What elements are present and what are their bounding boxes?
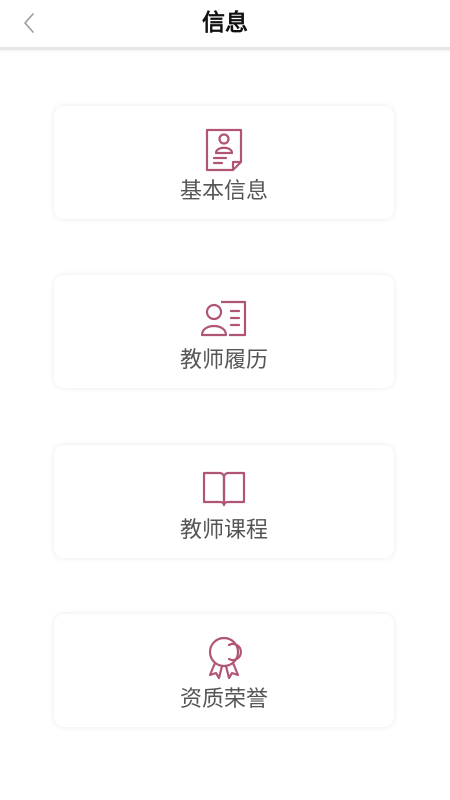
menu-card-label: 教师履历 <box>179 348 268 373</box>
open-book-icon <box>202 471 246 507</box>
top-bar: 信息 <box>0 0 450 50</box>
menu-card-label: 教师课程 <box>179 518 268 543</box>
menu-card-qualifications[interactable]: 资质荣誉 <box>54 614 394 727</box>
menu-card-label: 资质荣誉 <box>179 687 268 712</box>
menu-card-teacher-courses[interactable]: 教师课程 <box>54 445 394 558</box>
menu-card-basic-info[interactable]: 基本信息 <box>54 106 394 219</box>
award-medal-icon <box>208 636 242 680</box>
id-document-icon <box>205 128 243 172</box>
menu-card-label: 基本信息 <box>179 179 268 204</box>
menu-card-teacher-resume[interactable]: 教师履历 <box>54 275 394 388</box>
page-title: 信息 <box>202 10 248 36</box>
profile-card-icon <box>200 300 247 337</box>
